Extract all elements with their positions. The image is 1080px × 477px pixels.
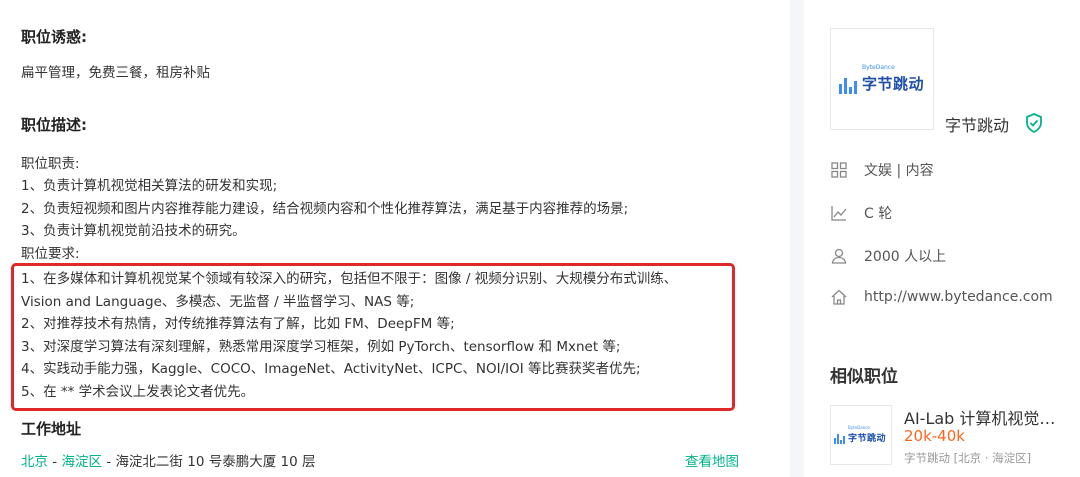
requirement-item: 4、实践动手能力强，Kaggle、COCO、ImageNet、ActivityN… <box>21 361 641 378</box>
responsibilities-label: 职位职责: <box>21 156 80 172</box>
logo-en-text: ByteDance <box>848 425 870 430</box>
shield-check-icon <box>1026 113 1042 133</box>
district-link[interactable]: 海淀区 <box>61 454 102 470</box>
column-divider <box>790 0 804 477</box>
requirement-item: 2、对推荐技术有热情，对传统推荐算法有了解，比如 FM、DeepFM 等; <box>21 316 455 333</box>
logo-cn-text: 字节跳动 <box>848 434 887 444</box>
similar-job-meta: 字节跳动 [北京 · 海淀区] <box>904 451 1032 465</box>
logo-bars-icon <box>839 78 857 94</box>
responsibility-item: 1、负责计算机视觉相关算法的研发和实现; <box>21 178 278 195</box>
company-industry: 文娱 | 内容 <box>830 160 934 180</box>
requirements-list: 1、在多媒体和计算机视觉某个领域有较深入的研究，包括但不限于：图像 / 视频分识… <box>21 268 677 404</box>
job-detail-main: 职位诱惑: 扁平管理，免费三餐，租房补贴 职位描述: 职位职责: 1、负责计算机… <box>0 0 790 477</box>
city-link[interactable]: 北京 <box>21 454 48 470</box>
address-separator: - <box>48 454 62 470</box>
street-address: 海淀北二街 10 号泰鹏大厦 10 层 <box>115 454 316 470</box>
industry-text: 文娱 | 内容 <box>864 163 934 179</box>
responsibilities-section: 职位职责: 1、负责计算机视觉相关算法的研发和实现; 2、负责短视频和图片内容推… <box>21 153 628 265</box>
company-name[interactable]: 字节跳动 <box>945 112 1009 136</box>
company-size: 2000 人以上 <box>830 246 946 266</box>
company-stage: C 轮 <box>830 203 892 223</box>
requirements-label: 职位要求: <box>21 245 80 262</box>
bytedance-logo: ByteDance 字节跳动 <box>834 425 887 444</box>
requirement-item: 5、在 ** 学术会议上发表论文者优先。 <box>21 383 255 400</box>
responsibility-item: 3、负责计算机视觉前沿技术的研究。 <box>21 223 246 240</box>
description-heading: 职位描述: <box>21 116 87 134</box>
address-heading: 工作地址 <box>21 420 82 438</box>
perks-text: 扁平管理，免费三餐，租房补贴 <box>21 65 210 81</box>
view-map-link[interactable]: 查看地图 <box>685 450 739 470</box>
similar-jobs-heading: 相似职位 <box>830 367 898 387</box>
perks-heading: 职位诱惑: <box>21 28 87 46</box>
grid-icon <box>831 162 847 178</box>
size-text: 2000 人以上 <box>864 249 947 265</box>
work-address: 北京 - 海淀区 - 海淀北二街 10 号泰鹏大厦 10 层 <box>21 450 315 470</box>
responsibility-item: 2、负责短视频和图片内容推荐能力建设，结合视频内容和个性化推荐算法，满足基于内容… <box>21 200 629 217</box>
home-icon <box>831 289 847 305</box>
trend-chart-icon <box>831 206 847 221</box>
requirement-item: 1、在多媒体和计算机视觉某个领域有较深入的研究，包括但不限于：图像 / 视频分识… <box>21 271 678 287</box>
company-website[interactable]: http://www.bytedance.com <box>830 288 1053 306</box>
website-text[interactable]: http://www.bytedance.com <box>864 289 1053 305</box>
company-sidebar: ByteDance 字节跳动 字节跳动 文娱 | 内容 C 轮 2000 人以上 <box>804 0 1080 477</box>
logo-bars-icon <box>834 434 845 444</box>
requirement-item: 3、对深度学习算法有深刻理解，熟悉常用深度学习框架，例如 PyTorch、ten… <box>21 338 621 355</box>
bytedance-logo: ByteDance 字节跳动 <box>839 64 925 94</box>
requirement-item: Vision and Language、多模态、无监督 / 半监督学习、NAS … <box>21 293 415 310</box>
person-icon <box>831 248 847 264</box>
similar-job-title[interactable]: AI-Lab 计算机视觉… <box>904 405 1055 429</box>
company-logo[interactable]: ByteDance 字节跳动 <box>830 28 934 130</box>
stage-text: C 轮 <box>864 206 893 222</box>
similar-job-logo[interactable]: ByteDance 字节跳动 <box>830 405 892 465</box>
logo-cn-text: 字节跳动 <box>862 75 925 93</box>
address-separator: - <box>101 454 116 470</box>
similar-job-salary: 20k-40k <box>904 427 965 445</box>
logo-en-text: ByteDance <box>862 64 895 71</box>
